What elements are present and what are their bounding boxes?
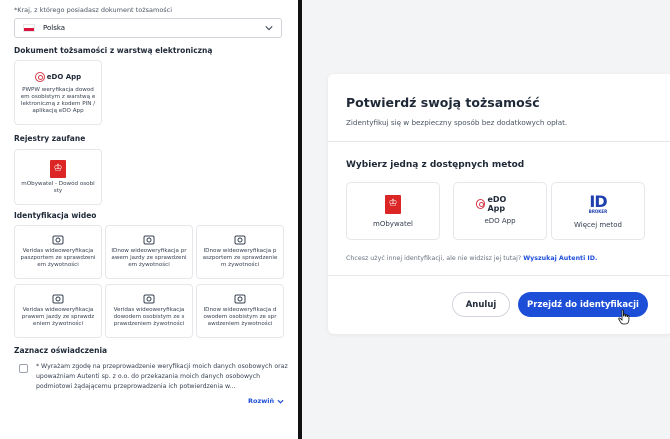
id-broker-small: BROKER xyxy=(588,208,608,214)
methods-heading: Wybierz jedną z dostępnych metod xyxy=(346,160,525,170)
video-tile-label: IDnow wideoweryfikacja p aszportem ze sp… xyxy=(202,248,278,268)
method-edo-app[interactable]: eDO App eDO App xyxy=(453,182,547,240)
method-label: mObywatel xyxy=(373,219,413,228)
section-title-trusted: Rejestry zaufane xyxy=(14,134,86,143)
video-identification-icon xyxy=(143,235,155,245)
identity-form-panel: *Kraj, z którego posiadasz dokument tożs… xyxy=(0,0,300,439)
hand-pointer-cursor-icon xyxy=(618,309,630,325)
edo-app-tile[interactable]: eDO App PWPW weryfikacja dowod em osobis… xyxy=(14,60,102,125)
section-title-consents: Zaznacz oświadczenia xyxy=(14,346,108,355)
consent-text: * Wyrażam zgodę na przeprowadzenie weryf… xyxy=(36,363,288,390)
section-title-video: Identyfikacja wideo xyxy=(14,211,97,220)
chevron-down-icon xyxy=(265,26,273,31)
identity-modal: Potwierdź swoją tożsamość Zidentyfikuj s… xyxy=(328,74,670,334)
consent-checkbox[interactable] xyxy=(19,364,28,373)
edo-mark-icon xyxy=(476,199,486,209)
edo-tile-label: PWPW weryfikacja dowod em osobistym z wa… xyxy=(20,87,96,114)
chevron-down-icon xyxy=(277,399,284,404)
country-value: Polska xyxy=(43,24,66,32)
section-title-eid: Dokument tożsamości z warstwą elektronic… xyxy=(14,46,213,55)
poland-eagle-icon: ♔ xyxy=(385,194,401,214)
mobywatel-tile[interactable]: ♔ mObywatel - Dowód osobi sty xyxy=(14,149,102,205)
id-broker-logo: ID BROKER xyxy=(586,193,610,215)
method-label: Więcej metod xyxy=(574,221,622,229)
video-tile[interactable]: Veridas wideoweryfikacja prawem jazdy ze… xyxy=(14,284,102,338)
video-tile-label: Veridas wideoweryfikacja dowodem osobist… xyxy=(113,307,185,327)
video-identification-icon xyxy=(234,294,246,304)
poland-eagle-icon: ♔ xyxy=(50,159,66,178)
video-tile[interactable]: Veridas wideoweryfikacja dowodem osobist… xyxy=(105,284,193,338)
expand-consent-link[interactable]: Rozwiń xyxy=(248,397,284,405)
video-tile[interactable]: IDnow wideoweryfikacja pr awem jazdy ze … xyxy=(105,225,193,279)
video-tile-label: IDnow wideoweryfikacja d owodem osobisty… xyxy=(203,307,277,327)
mobywatel-tile-label: mObywatel - Dowód osobi sty xyxy=(21,180,95,194)
method-more[interactable]: ID BROKER Więcej metod xyxy=(551,182,645,240)
edo-app-logo: eDO App xyxy=(476,195,524,213)
country-select[interactable]: Polska xyxy=(14,18,282,38)
video-tile[interactable]: IDnow wideoweryfikacja p aszportem ze sp… xyxy=(196,225,284,279)
expand-label: Rozwiń xyxy=(248,397,275,405)
modal-divider xyxy=(328,141,670,142)
method-mobywatel[interactable]: ♔ mObywatel xyxy=(346,182,440,240)
video-identification-icon xyxy=(52,235,64,245)
cancel-button[interactable]: Anuluj xyxy=(452,292,510,317)
edo-app-logo: eDO App xyxy=(34,70,82,84)
video-identification-icon xyxy=(234,235,246,245)
video-tile[interactable]: IDnow wideoweryfikacja d owodem osobisty… xyxy=(196,284,284,338)
edo-logo-text: eDO App xyxy=(487,195,507,213)
modal-subtitle: Zidentyfikuj się w bezpieczny sposób bez… xyxy=(346,118,568,127)
modal-footer-divider xyxy=(328,275,670,276)
video-tile-label: Veridas wideoweryfikacja paszportem ze s… xyxy=(20,248,96,268)
edo-mark-icon xyxy=(34,72,45,82)
method-label: eDO App xyxy=(484,217,516,225)
edo-logo-text: eDO App xyxy=(46,73,82,81)
poland-flag-icon xyxy=(23,24,35,32)
other-id-hint: Chcesz użyć innej identyfikacji, ale nie… xyxy=(346,255,597,262)
video-identification-icon xyxy=(52,294,64,304)
video-tile[interactable]: Veridas wideoweryfikacja paszportem ze s… xyxy=(14,225,102,279)
video-tile-label: IDnow wideoweryfikacja pr awem jazdy ze … xyxy=(111,248,187,268)
modal-title: Potwierdź swoją tożsamość xyxy=(346,95,540,110)
video-identification-icon xyxy=(143,294,155,304)
other-id-text: Chcesz użyć innej identyfikacji, ale nie… xyxy=(346,255,522,262)
id-broker-big: ID xyxy=(589,191,607,211)
search-autenti-id-link[interactable]: Wyszukaj Autenti ID. xyxy=(523,255,597,262)
country-label: *Kraj, z którego posiadasz dokument tożs… xyxy=(14,6,173,14)
video-tile-label: Veridas wideoweryfikacja prawem jazdy ze… xyxy=(21,307,95,327)
identity-modal-backdrop: Potwierdź swoją tożsamość Zidentyfikuj s… xyxy=(302,0,670,439)
